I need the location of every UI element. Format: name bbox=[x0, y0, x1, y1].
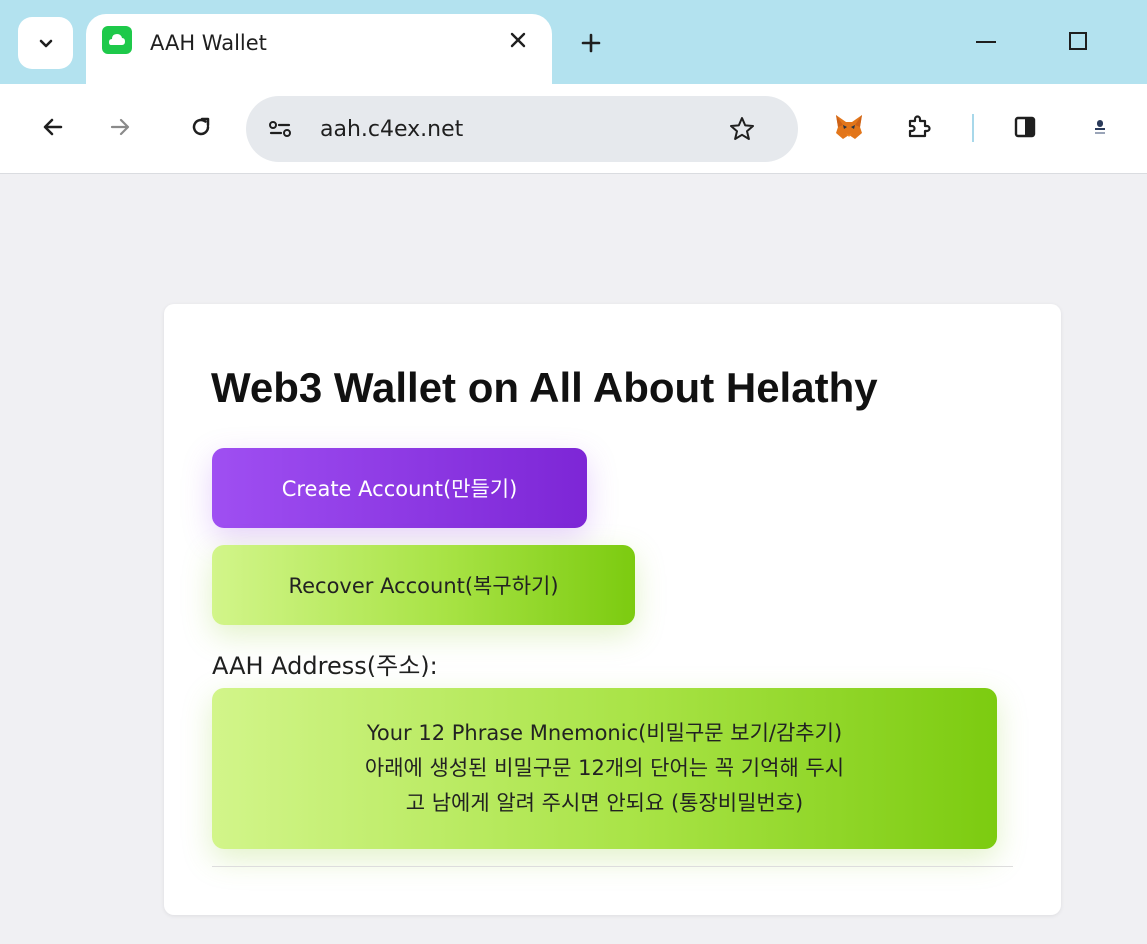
tab-search-button[interactable] bbox=[18, 17, 73, 69]
forward-arrow-icon bbox=[110, 118, 130, 136]
chevron-down-icon bbox=[39, 39, 52, 48]
mnemonic-toggle-button[interactable]: Your 12 Phrase Mnemonic(비밀구문 보기/감추기) 아래에… bbox=[212, 688, 997, 849]
favicon-icon bbox=[102, 26, 132, 54]
plus-icon bbox=[581, 33, 601, 53]
recover-account-button[interactable]: Recover Account(복구하기) bbox=[212, 545, 635, 625]
address-label: AAH Address(주소): bbox=[212, 652, 438, 680]
address-bar[interactable]: aah.c4ex.net bbox=[246, 96, 798, 162]
reload-icon bbox=[192, 117, 210, 136]
minimize-button[interactable] bbox=[966, 28, 1006, 56]
reload-button[interactable] bbox=[181, 107, 221, 147]
site-info-button[interactable] bbox=[260, 109, 300, 149]
close-icon bbox=[510, 32, 526, 48]
mnemonic-line-3: 고 남에게 알려 주시면 안되요 (통장비밀번호) bbox=[405, 791, 804, 815]
side-panel-icon bbox=[1014, 116, 1036, 138]
back-arrow-icon bbox=[43, 118, 63, 136]
tab-strip: AAH Wallet bbox=[0, 0, 1147, 86]
page-viewport: Web3 Wallet on All About Helathy Create … bbox=[0, 175, 1147, 944]
content-divider bbox=[212, 866, 1013, 867]
extensions-puzzle-icon bbox=[908, 115, 931, 138]
mnemonic-line-2: 아래에 생성된 비밀구문 12개의 단어는 꼭 기억해 두시 bbox=[364, 756, 845, 780]
side-panel-button[interactable] bbox=[1005, 107, 1045, 147]
maximize-button[interactable] bbox=[1058, 26, 1098, 56]
metamask-extension-button[interactable] bbox=[829, 107, 869, 147]
profile-icon bbox=[1095, 120, 1105, 134]
site-info-icon bbox=[269, 121, 291, 137]
extensions-button[interactable] bbox=[898, 107, 938, 147]
toolbar-divider bbox=[972, 114, 974, 142]
bookmark-button[interactable] bbox=[722, 109, 762, 149]
profile-button[interactable] bbox=[1080, 107, 1120, 147]
new-tab-button[interactable] bbox=[576, 28, 606, 58]
wallet-card: Web3 Wallet on All About Helathy Create … bbox=[164, 304, 1061, 915]
metamask-fox-icon bbox=[836, 115, 862, 139]
create-account-button[interactable]: Create Account(만들기) bbox=[212, 448, 587, 528]
back-button[interactable] bbox=[33, 107, 73, 147]
active-tab[interactable]: AAH Wallet bbox=[86, 14, 552, 86]
maximize-icon bbox=[1069, 32, 1087, 50]
minimize-icon bbox=[976, 41, 996, 43]
mnemonic-line-1: Your 12 Phrase Mnemonic(비밀구문 보기/감추기) bbox=[366, 721, 843, 745]
star-icon bbox=[730, 117, 754, 140]
url-text[interactable]: aah.c4ex.net bbox=[320, 117, 463, 142]
browser-toolbar: aah.c4ex.net bbox=[0, 84, 1147, 174]
page-title: Web3 Wallet on All About Helathy bbox=[211, 364, 878, 411]
forward-button[interactable] bbox=[100, 107, 140, 147]
close-tab-button[interactable] bbox=[504, 26, 532, 54]
tab-title: AAH Wallet bbox=[150, 31, 267, 55]
